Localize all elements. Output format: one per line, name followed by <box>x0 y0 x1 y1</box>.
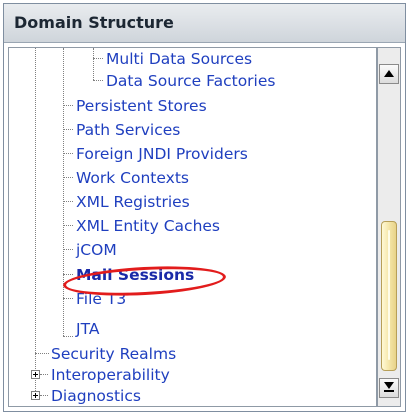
tree-connector <box>63 105 73 106</box>
tree-item-work-contexts[interactable]: Work Contexts <box>76 169 189 187</box>
scroll-thumb[interactable] <box>381 221 397 371</box>
plus-expander-icon[interactable] <box>31 391 40 400</box>
scroll-track[interactable] <box>380 86 398 376</box>
scroll-up-button[interactable] <box>379 64 399 84</box>
tree-connector <box>63 177 73 178</box>
tree-item-security-realms[interactable]: Security Realms <box>51 345 176 363</box>
tree-connector <box>35 353 49 354</box>
tree-connector <box>63 249 73 250</box>
panel-title: Domain Structure <box>14 13 174 32</box>
tree-connector <box>63 129 73 130</box>
tree-connector <box>40 395 48 396</box>
tree-connector <box>63 336 73 337</box>
tree-item-interoperability[interactable]: Interoperability <box>51 366 170 384</box>
tree-item-jcom[interactable]: jCOM <box>76 241 117 259</box>
tree-item-jta[interactable]: JTA <box>76 320 99 338</box>
tree-connector <box>35 48 36 393</box>
domain-structure-panel: Domain Structure Multi Data Sources Data… <box>3 3 406 412</box>
domain-tree: Multi Data Sources Data Source Factories… <box>9 48 376 406</box>
tree-connector <box>63 225 73 226</box>
tree-connector <box>93 48 94 80</box>
tree-item-persistent-stores[interactable]: Persistent Stores <box>76 97 207 115</box>
vertical-scrollbar[interactable] <box>377 47 401 407</box>
tree-item-foreign-jndi-providers[interactable]: Foreign JNDI Providers <box>76 145 248 163</box>
tree-connector <box>63 153 73 154</box>
tree-item-xml-registries[interactable]: XML Registries <box>76 193 190 211</box>
tree-item-multi-data-sources[interactable]: Multi Data Sources <box>106 50 252 68</box>
panel-header: Domain Structure <box>4 4 405 43</box>
tree-item-diagnostics[interactable]: Diagnostics <box>51 387 141 405</box>
tree-viewport: Multi Data Sources Data Source Factories… <box>8 47 377 407</box>
tree-item-xml-entity-caches[interactable]: XML Entity Caches <box>76 217 220 235</box>
scroll-down-button[interactable] <box>379 378 399 398</box>
plus-expander-icon[interactable] <box>31 370 40 379</box>
arrow-down-bar <box>384 390 394 392</box>
tree-item-path-services[interactable]: Path Services <box>76 121 180 139</box>
tree-connector <box>63 201 73 202</box>
tree-connector <box>40 374 48 375</box>
tree-connector <box>93 58 103 59</box>
tree-connector <box>63 274 73 275</box>
tree-connector <box>63 48 64 336</box>
tree-item-data-source-factories[interactable]: Data Source Factories <box>106 72 275 90</box>
tree-connector <box>63 298 73 299</box>
tree-connector <box>93 80 103 81</box>
arrow-up-icon <box>384 70 394 77</box>
arrow-down-icon <box>384 382 394 389</box>
